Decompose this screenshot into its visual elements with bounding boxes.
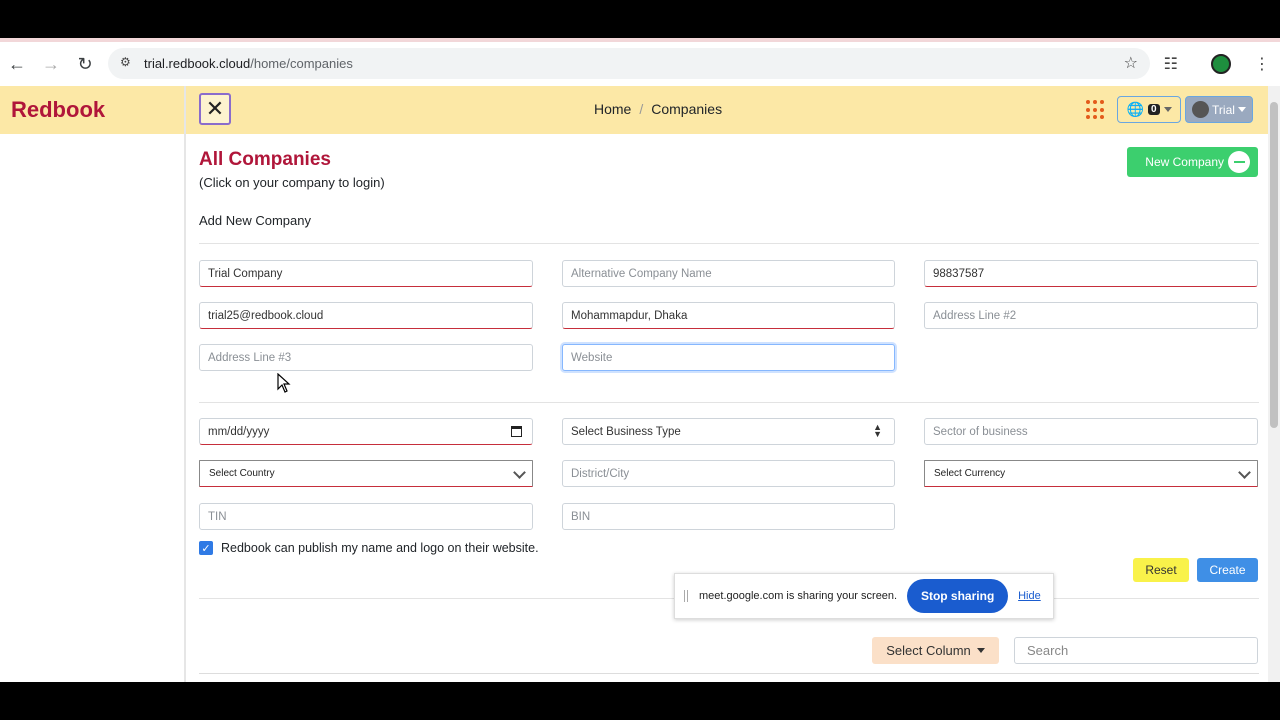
updown-arrows-icon: ▲ ▼ <box>873 422 882 439</box>
website-placeholder: Website <box>571 351 613 364</box>
chevron-down-icon <box>976 648 985 653</box>
phone-field[interactable]: 98837587 <box>924 260 1258 287</box>
publish-checkbox[interactable]: ✓ <box>199 541 213 555</box>
url-path: /home/companies <box>250 56 353 71</box>
user-label: Trial <box>1212 102 1235 117</box>
create-button[interactable]: Create <box>1197 558 1258 582</box>
breadcrumb: Home / Companies <box>594 101 722 117</box>
companies-table-header <box>199 673 1259 682</box>
email-value: trial25@redbook.cloud <box>208 309 324 322</box>
alt-company-name-field[interactable]: Alternative Company Name <box>562 260 895 287</box>
chevron-down-icon <box>1163 107 1172 112</box>
mouse-cursor-icon <box>277 373 291 393</box>
currency-select[interactable]: Select Currency <box>924 460 1258 487</box>
page-subtitle: (Click on your company to login) <box>199 175 385 190</box>
country-value: Select Country <box>209 468 275 479</box>
sector-field[interactable]: Sector of business <box>924 418 1258 445</box>
bin-placeholder: BIN <box>571 510 591 523</box>
menu-kebab-icon[interactable]: ⋮ <box>1254 54 1270 74</box>
breadcrumb-separator: / <box>639 101 644 117</box>
bottom-black-bar <box>0 682 1280 720</box>
notification-badge: 0 <box>1147 104 1160 115</box>
breadcrumb-companies: Companies <box>651 101 723 117</box>
address-line-2-placeholder: Address Line #2 <box>933 309 1017 322</box>
currency-value: Select Currency <box>934 468 1006 479</box>
screen-share-bar: meet.google.com is sharing your screen. … <box>674 573 1054 619</box>
alt-company-name-placeholder: Alternative Company Name <box>571 267 712 280</box>
website-field[interactable]: Website <box>562 344 895 371</box>
minus-circle-icon <box>1228 151 1250 173</box>
business-type-value: Select Business Type <box>571 425 681 438</box>
sidebar: Redbook <box>0 86 186 682</box>
divider <box>199 243 1259 244</box>
sector-placeholder: Sector of business <box>933 425 1028 438</box>
url-host: trial.redbook.cloud <box>144 56 251 71</box>
browser-toolbar: ← → ↻ ⚙ trial.redbook.cloud/home/compani… <box>0 42 1280 86</box>
date-placeholder: mm/dd/yyyy <box>208 425 270 438</box>
district-city-field[interactable]: District/City <box>562 460 895 487</box>
user-icon <box>1192 101 1210 118</box>
new-company-button[interactable]: New Company <box>1127 147 1258 177</box>
reload-icon[interactable]: ↻ <box>68 47 102 81</box>
close-sidebar-button[interactable]: ✕ <box>199 93 231 125</box>
reset-button[interactable]: Reset <box>1133 558 1189 582</box>
address-line-2-field[interactable]: Address Line #2 <box>924 302 1258 329</box>
stop-sharing-button[interactable]: Stop sharing <box>907 579 1009 613</box>
page-title: All Companies <box>199 149 331 170</box>
email-field[interactable]: trial25@redbook.cloud <box>199 302 533 329</box>
country-select[interactable]: Select Country <box>199 460 533 487</box>
search-input[interactable]: Search <box>1014 637 1258 664</box>
date-field[interactable]: mm/dd/yyyy <box>199 418 533 445</box>
drag-handle-icon[interactable] <box>684 590 688 602</box>
scrollbar-thumb[interactable] <box>1270 102 1278 428</box>
address-line-1-field[interactable]: Mohammapdur, Dhaka <box>562 302 895 329</box>
share-text: meet.google.com is sharing your screen. <box>699 590 898 602</box>
phone-value: 98837587 <box>933 267 985 280</box>
language-notification-button[interactable]: 🌐 0 <box>1117 96 1181 123</box>
brand-logo[interactable]: Redbook <box>0 86 184 134</box>
browser-actions: ☷ ⋮ <box>1164 42 1280 86</box>
forward-arrow-icon[interactable]: → <box>34 47 68 81</box>
address-bar[interactable]: ⚙ trial.redbook.cloud/home/companies ☆ <box>108 48 1150 79</box>
top-black-bar <box>0 0 1280 38</box>
site-settings-icon[interactable]: ⚙ <box>120 55 131 69</box>
profile-avatar[interactable] <box>1211 54 1231 74</box>
divider <box>199 402 1259 403</box>
checkmark-icon: ✓ <box>201 542 211 555</box>
user-menu-button[interactable]: Trial <box>1185 96 1253 123</box>
section-title: Add New Company <box>199 213 311 228</box>
district-city-placeholder: District/City <box>571 467 630 480</box>
back-arrow-icon[interactable]: ← <box>0 47 34 81</box>
globe-icon: 🌐 <box>1126 101 1144 117</box>
company-name-value: Trial Company <box>208 267 283 280</box>
select-column-label: Select Column <box>886 643 971 658</box>
address-line-1-value: Mohammapdur, Dhaka <box>571 309 688 322</box>
breadcrumb-home[interactable]: Home <box>594 101 631 117</box>
publish-label: Redbook can publish my name and logo on … <box>221 541 539 555</box>
address-line-3-placeholder: Address Line #3 <box>208 351 292 364</box>
chevron-down-icon <box>513 466 526 479</box>
new-company-label: New Company <box>1145 155 1224 169</box>
address-line-3-field[interactable]: Address Line #3 <box>199 344 533 371</box>
tin-placeholder: TIN <box>208 510 227 523</box>
bin-field[interactable]: BIN <box>562 503 895 530</box>
apps-grid-icon[interactable] <box>1086 100 1106 120</box>
url-text: trial.redbook.cloud/home/companies <box>144 56 353 71</box>
business-type-select[interactable]: Select Business Type ▲ ▼ <box>562 418 895 445</box>
select-column-button[interactable]: Select Column <box>872 637 999 664</box>
chevron-down-icon <box>1238 466 1251 479</box>
search-placeholder: Search <box>1027 643 1069 658</box>
calendar-icon[interactable] <box>511 426 522 437</box>
hide-link[interactable]: Hide <box>1018 590 1041 602</box>
close-icon: ✕ <box>205 96 225 121</box>
page-scrollbar[interactable] <box>1268 86 1280 682</box>
bookmark-star-icon[interactable]: ☆ <box>1124 53 1138 73</box>
top-header: ✕ Home / Companies 🌐 0 Trial <box>186 86 1268 134</box>
company-name-field[interactable]: Trial Company <box>199 260 533 287</box>
extensions-icon[interactable]: ☷ <box>1164 54 1178 74</box>
app-page: Redbook ✕ Home / Companies 🌐 0 Trial All… <box>0 86 1280 682</box>
chevron-down-icon <box>1237 107 1246 112</box>
tin-field[interactable]: TIN <box>199 503 533 530</box>
